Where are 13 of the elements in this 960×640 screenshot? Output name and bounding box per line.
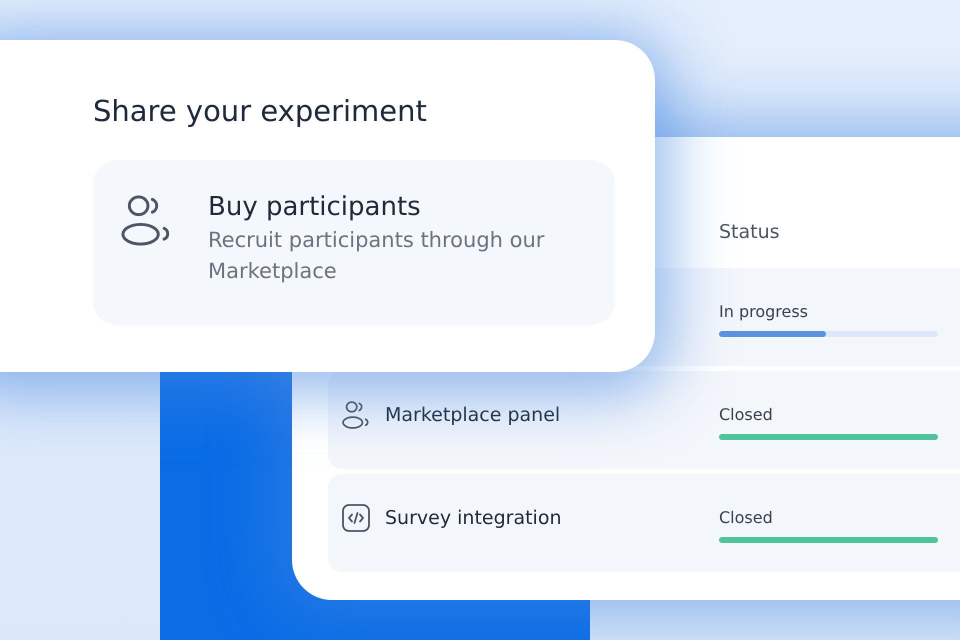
status-label: Closed [719,404,774,426]
row-name: Marketplace panel [385,404,560,426]
status-label: Closed [719,507,774,529]
option-title: Buy participants [208,191,421,224]
card-title: Share your experiment [93,93,427,130]
option-description: Recruit participants through our Marketplace [208,227,546,285]
option-card[interactable]: Buy participants Recruit participants through our Marketplace [93,160,615,325]
row-name: Survey integration [385,507,562,529]
status-label: In progress [719,301,810,323]
people-icon [121,195,172,246]
code-icon [342,504,370,532]
people-icon [342,401,370,429]
column-header: Status [719,220,780,245]
